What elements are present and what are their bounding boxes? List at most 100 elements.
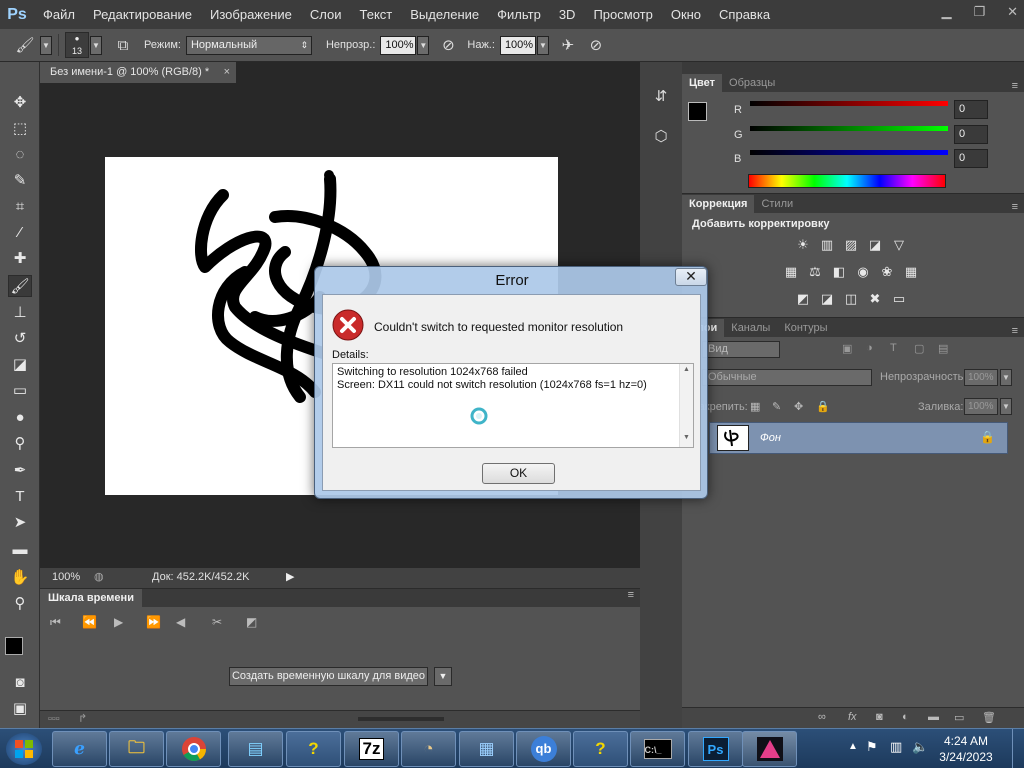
system-clock[interactable]: 4:24 AM 3/24/2023 — [930, 733, 1002, 765]
levels-icon[interactable]: ▥ — [818, 237, 836, 253]
marquee-tool-icon[interactable]: ⬚ — [8, 118, 32, 140]
blur-tool-icon[interactable]: ● — [8, 407, 32, 429]
menu-text[interactable]: Текст — [351, 0, 402, 29]
create-video-timeline-button[interactable]: Создать временную шкалу для видео — [229, 667, 428, 686]
layer-style-icon[interactable]: fx — [848, 711, 857, 723]
layer-name[interactable]: Фон — [760, 432, 781, 444]
healing-brush-tool-icon[interactable]: ✚ — [8, 248, 32, 270]
quick-mask-icon[interactable]: ◙ — [8, 672, 32, 694]
stamp-tool-icon[interactable]: ⊥ — [8, 302, 32, 324]
details-textbox[interactable]: Switching to resolution 1024x768 failed … — [332, 363, 694, 448]
delete-layer-icon[interactable]: 🗑 — [982, 711, 996, 724]
taskbar-help-2[interactable]: ? — [573, 731, 628, 767]
new-group-icon[interactable]: ▬ — [928, 711, 939, 723]
tab-adjustments[interactable]: Коррекция — [682, 195, 755, 213]
brush-tool-preset-icon[interactable]: 🖌 — [12, 33, 38, 57]
menu-view[interactable]: Просмотр — [584, 0, 661, 29]
menu-3d[interactable]: 3D — [550, 0, 585, 29]
document-close-icon[interactable]: × — [224, 62, 230, 83]
taskbar-help[interactable]: ? — [286, 731, 341, 767]
link-layers-icon[interactable]: ∞ — [818, 711, 826, 723]
black-white-icon[interactable]: ◧ — [830, 264, 848, 280]
menu-layers[interactable]: Слои — [301, 0, 351, 29]
timeline-grid-icon[interactable]: ▫▫▫ — [48, 713, 60, 725]
brightness-contrast-icon[interactable]: ☀ — [794, 237, 812, 253]
opacity-pressure-icon[interactable]: ⊘ — [435, 33, 461, 57]
channel-r-input[interactable]: 0 — [954, 100, 988, 119]
eyedropper-tool-icon[interactable]: ⁄ — [8, 222, 32, 244]
layer-opacity-dropdown-icon[interactable]: ▼ — [1000, 369, 1012, 386]
close-window-icon[interactable]: ✕ — [1007, 4, 1018, 20]
menu-file[interactable]: Файл — [34, 0, 84, 29]
prev-frame-icon[interactable]: ⏪ — [82, 615, 97, 629]
taskbar-clock-app[interactable]: ◔ — [401, 731, 456, 767]
lock-paint-icon[interactable]: ✎ — [772, 400, 781, 413]
layer-kind-filter[interactable]: Вид — [702, 341, 780, 358]
goto-first-frame-icon[interactable]: ⏮ — [50, 615, 61, 630]
selective-color-icon[interactable]: ✖ — [866, 291, 884, 307]
eraser-tool-icon[interactable]: ◪ — [8, 354, 32, 376]
details-scrollbar[interactable]: ▲ ▼ — [679, 364, 693, 447]
lock-pixels-icon[interactable]: ▦ — [750, 400, 760, 413]
split-scissors-icon[interactable]: ✂ — [212, 615, 222, 629]
fg-color-preview[interactable] — [688, 102, 707, 121]
taskbar-photoshop[interactable]: Ps — [688, 731, 743, 767]
screen-mode-icon[interactable]: ▣ — [8, 698, 32, 720]
minimize-icon[interactable]: ▁ — [941, 4, 951, 20]
threshold-icon[interactable]: ◫ — [842, 291, 860, 307]
taskbar-explorer[interactable]: 🗀 — [109, 731, 164, 767]
gradient-map-icon[interactable]: ▭ — [890, 291, 908, 307]
layer-mask-icon[interactable]: ◙ — [876, 711, 883, 723]
timeline-mode-dropdown-icon[interactable]: ▼ — [434, 667, 452, 686]
new-adjustment-layer-icon[interactable]: ◐ — [902, 711, 909, 723]
opacity-input[interactable]: 100% — [380, 35, 417, 55]
invert-icon[interactable]: ◩ — [794, 291, 812, 307]
zoom-tool-icon[interactable]: ⚲ — [8, 593, 32, 615]
taskbar-chrome[interactable] — [166, 731, 221, 767]
show-hidden-icons-icon[interactable]: ▲ — [848, 741, 858, 752]
menu-select[interactable]: Выделение — [401, 0, 488, 29]
type-tool-icon[interactable]: T — [8, 486, 32, 508]
ok-button[interactable]: OK — [482, 463, 555, 484]
brush-size-dropdown-icon[interactable]: ▼ — [90, 35, 102, 55]
channel-g-input[interactable]: 0 — [954, 125, 988, 144]
history-brush-tool-icon[interactable]: ↺ — [8, 328, 32, 350]
pen-tool-icon[interactable]: ✒ — [8, 460, 32, 482]
zoom-level[interactable]: 100% — [52, 571, 80, 583]
taskbar-7zip[interactable]: 7z — [344, 731, 399, 767]
tab-paths[interactable]: Контуры — [777, 319, 834, 337]
filter-adjust-icon[interactable]: ◑ — [866, 342, 873, 354]
posterize-icon[interactable]: ◪ — [818, 291, 836, 307]
tab-timeline[interactable]: Шкала времени — [40, 589, 142, 607]
status-menu-arrow-icon[interactable]: ▶ — [286, 570, 294, 583]
hue-saturation-icon[interactable]: ▦ — [782, 264, 800, 280]
channel-mixer-icon[interactable]: ❀ — [878, 264, 896, 280]
hand-tool-icon[interactable]: ✋ — [8, 567, 32, 589]
tab-color[interactable]: Цвет — [682, 74, 723, 92]
taskbar-ie[interactable]: ℯ — [52, 731, 107, 767]
pressure-dropdown-icon[interactable]: ▼ — [536, 35, 549, 55]
export-icon[interactable]: ◍ — [94, 570, 104, 583]
menu-window[interactable]: Окно — [662, 0, 710, 29]
document-tab[interactable]: Без имени-1 @ 100% (RGB/8) * × — [40, 62, 236, 83]
menu-filter[interactable]: Фильтр — [488, 0, 550, 29]
doc-size-info[interactable]: Док: 452.2K/452.2K — [152, 571, 249, 583]
brush-size-picker[interactable]: ● 13 — [65, 32, 89, 58]
filter-shape-icon[interactable]: ▢ — [914, 342, 924, 355]
mode-select[interactable]: Нормальный ⇕ — [185, 35, 312, 55]
move-tool-icon[interactable]: ✥ — [8, 92, 32, 114]
channel-b-input[interactable]: 0 — [954, 149, 988, 168]
tab-channels[interactable]: Каналы — [724, 319, 777, 337]
path-select-tool-icon[interactable]: ➤ — [8, 512, 32, 534]
crop-tool-icon[interactable]: ⌗ — [8, 196, 32, 218]
exposure-icon[interactable]: ◪ — [866, 237, 884, 253]
taskbar-control-panel[interactable]: ▤ — [228, 731, 283, 767]
shape-tool-icon[interactable]: ▬ — [8, 539, 32, 561]
color-panel-menu-icon[interactable]: ≡ — [1012, 80, 1018, 92]
layer-opacity-input[interactable]: 100% — [964, 369, 998, 386]
scroll-up-icon[interactable]: ▲ — [683, 366, 690, 373]
timeline-convert-icon[interactable]: ↱ — [78, 712, 87, 725]
vibrance-icon[interactable]: ▽ — [890, 237, 908, 253]
layers-panel-menu-icon[interactable]: ≡ — [1012, 325, 1018, 337]
color-lookup-icon[interactable]: ▦ — [902, 264, 920, 280]
